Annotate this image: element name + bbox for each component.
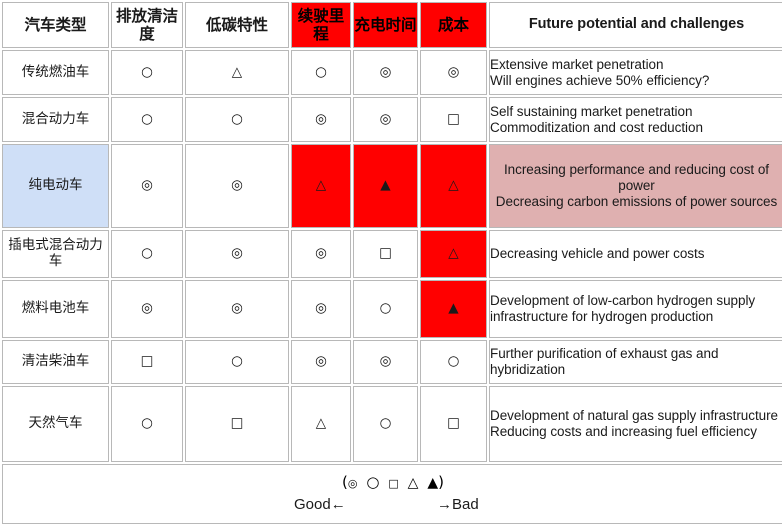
notes-line: Extensive market penetration bbox=[490, 56, 664, 72]
rating-cell-cost: ○ bbox=[420, 340, 487, 384]
table-row: 混合动力车 ○ ○ ◎ ◎ □ Self sustaining market p… bbox=[2, 97, 782, 142]
rating-cell-charging: ◎ bbox=[353, 97, 418, 142]
legend: (◎ ○ □ △ ▲) Good← →Bad bbox=[3, 470, 782, 518]
rating-cell-charging: ○ bbox=[353, 280, 418, 338]
rating-cell-cost: ▲ bbox=[420, 280, 487, 338]
rating-cell-range: ◎ bbox=[291, 340, 351, 384]
rating-cell-lowcarbon: ○ bbox=[185, 97, 289, 142]
vehicle-comparison-table: 汽车类型 排放清洁度 低碳特性 续驶里程 充电时间 成本 Future pote… bbox=[0, 0, 782, 526]
vehicle-type-label: 纯电动车 bbox=[2, 144, 109, 228]
legend-filled-triangle-icon: ▲ bbox=[427, 475, 439, 491]
rating-cell-lowcarbon: ◎ bbox=[185, 230, 289, 278]
rating-cell-cost: □ bbox=[420, 386, 487, 462]
notes-line: Commoditization and cost reduction bbox=[490, 119, 703, 135]
legend-circle-icon: ○ bbox=[366, 473, 380, 491]
legend-good-label: Good← bbox=[294, 496, 346, 513]
legend-close-paren: ) bbox=[438, 473, 444, 491]
rating-cell-charging: □ bbox=[353, 230, 418, 278]
rating-cell-charging: ◎ bbox=[353, 340, 418, 384]
notes-line: Self sustaining market penetration bbox=[490, 103, 693, 119]
legend-axis-labels: Good← →Bad bbox=[3, 496, 782, 516]
column-header-vehicle-type[interactable]: 汽车类型 bbox=[2, 2, 109, 48]
legend-triangle-icon: △ bbox=[407, 475, 419, 491]
rating-cell-range: ◎ bbox=[291, 97, 351, 142]
rating-cell-range: ◎ bbox=[291, 280, 351, 338]
column-header-charging-time[interactable]: 充电时间 bbox=[353, 2, 418, 48]
notes-line: Decreasing vehicle and power costs bbox=[490, 246, 705, 262]
rating-cell-emission: ○ bbox=[111, 50, 183, 95]
legend-cell: (◎ ○ □ △ ▲) Good← →Bad bbox=[2, 464, 782, 524]
vehicle-comparison-table-sheet: 汽车类型 排放清洁度 低碳特性 续驶里程 充电时间 成本 Future pote… bbox=[0, 0, 782, 525]
legend-square-icon: □ bbox=[388, 477, 399, 490]
vehicle-type-label: 混合动力车 bbox=[2, 97, 109, 142]
rating-cell-range: △ bbox=[291, 386, 351, 462]
rating-cell-lowcarbon: ◎ bbox=[185, 144, 289, 228]
vehicle-type-label: 插电式混合动力车 bbox=[2, 230, 109, 278]
notes-line: Will engines achieve 50% efficiency? bbox=[490, 72, 710, 88]
rating-cell-cost: △ bbox=[420, 144, 487, 228]
legend-bad-label: →Bad bbox=[437, 496, 479, 513]
notes-cell: Decreasing vehicle and power costs bbox=[489, 230, 782, 278]
table-body: 汽车类型 排放清洁度 低碳特性 续驶里程 充电时间 成本 Future pote… bbox=[2, 2, 782, 524]
table-row: 清洁柴油车 □ ○ ◎ ◎ ○ Further purification of … bbox=[2, 340, 782, 384]
rating-cell-charging: ◎ bbox=[353, 50, 418, 95]
notes-line: Development of low-carbon hydrogen suppl… bbox=[490, 293, 756, 324]
column-header-future-potential[interactable]: Future potential and challenges bbox=[489, 2, 782, 48]
rating-cell-emission: □ bbox=[111, 340, 183, 384]
rating-cell-range: ◎ bbox=[291, 230, 351, 278]
table-row-highlighted: 纯电动车 ◎ ◎ △ ▲ △ Increasing performance an… bbox=[2, 144, 782, 228]
table-row: 传统燃油车 ○ △ ○ ◎ ◎ Extensive market penetra… bbox=[2, 50, 782, 95]
notes-cell: Further purification of exhaust gas and … bbox=[489, 340, 782, 384]
legend-symbol-scale: (◎ ○ □ △ ▲) bbox=[3, 473, 782, 492]
rating-cell-lowcarbon: ○ bbox=[185, 340, 289, 384]
notes-cell: Self sustaining market penetration Commo… bbox=[489, 97, 782, 142]
column-header-driving-range[interactable]: 续驶里程 bbox=[291, 2, 351, 48]
legend-row: (◎ ○ □ △ ▲) Good← →Bad bbox=[2, 464, 782, 524]
rating-cell-emission: ◎ bbox=[111, 280, 183, 338]
rating-cell-cost: ◎ bbox=[420, 50, 487, 95]
rating-cell-range: △ bbox=[291, 144, 351, 228]
notes-cell: Increasing performance and reducing cost… bbox=[489, 144, 782, 228]
vehicle-type-label: 清洁柴油车 bbox=[2, 340, 109, 384]
column-header-emission-cleanliness[interactable]: 排放清洁度 bbox=[111, 2, 183, 48]
rating-cell-cost: △ bbox=[420, 230, 487, 278]
legend-double-circle-icon: ◎ bbox=[347, 477, 358, 490]
rating-cell-cost: □ bbox=[420, 97, 487, 142]
vehicle-type-label: 天然气车 bbox=[2, 386, 109, 462]
notes-cell: Development of natural gas supply infras… bbox=[489, 386, 782, 462]
notes-cell: Extensive market penetration Will engine… bbox=[489, 50, 782, 95]
table-header-row: 汽车类型 排放清洁度 低碳特性 续驶里程 充电时间 成本 Future pote… bbox=[2, 2, 782, 48]
rating-cell-emission: ○ bbox=[111, 386, 183, 462]
rating-cell-charging: ▲ bbox=[353, 144, 418, 228]
rating-cell-lowcarbon: □ bbox=[185, 386, 289, 462]
rating-cell-lowcarbon: ◎ bbox=[185, 280, 289, 338]
rating-cell-range: ○ bbox=[291, 50, 351, 95]
rating-cell-lowcarbon: △ bbox=[185, 50, 289, 95]
column-header-cost[interactable]: 成本 bbox=[420, 2, 487, 48]
vehicle-type-label: 燃料电池车 bbox=[2, 280, 109, 338]
table-row: 插电式混合动力车 ○ ◎ ◎ □ △ Decreasing vehicle an… bbox=[2, 230, 782, 278]
table-row: 天然气车 ○ □ △ ○ □ Development of natural ga… bbox=[2, 386, 782, 462]
notes-cell: Development of low-carbon hydrogen suppl… bbox=[489, 280, 782, 338]
column-header-low-carbon[interactable]: 低碳特性 bbox=[185, 2, 289, 48]
vehicle-type-label: 传统燃油车 bbox=[2, 50, 109, 95]
table-row: 燃料电池车 ◎ ◎ ◎ ○ ▲ Development of low-carbo… bbox=[2, 280, 782, 338]
notes-line: Reducing costs and increasing fuel effic… bbox=[490, 424, 757, 439]
notes-line: Development of natural gas supply infras… bbox=[490, 408, 779, 424]
rating-cell-charging: ○ bbox=[353, 386, 418, 462]
rating-cell-emission: ◎ bbox=[111, 144, 183, 228]
notes-line: Increasing performance and reducing cost… bbox=[503, 162, 769, 194]
rating-cell-emission: ○ bbox=[111, 97, 183, 142]
notes-line: Decreasing carbon emissions of power sou… bbox=[495, 193, 778, 209]
rating-cell-emission: ○ bbox=[111, 230, 183, 278]
notes-line: Further purification of exhaust gas and … bbox=[490, 346, 719, 377]
